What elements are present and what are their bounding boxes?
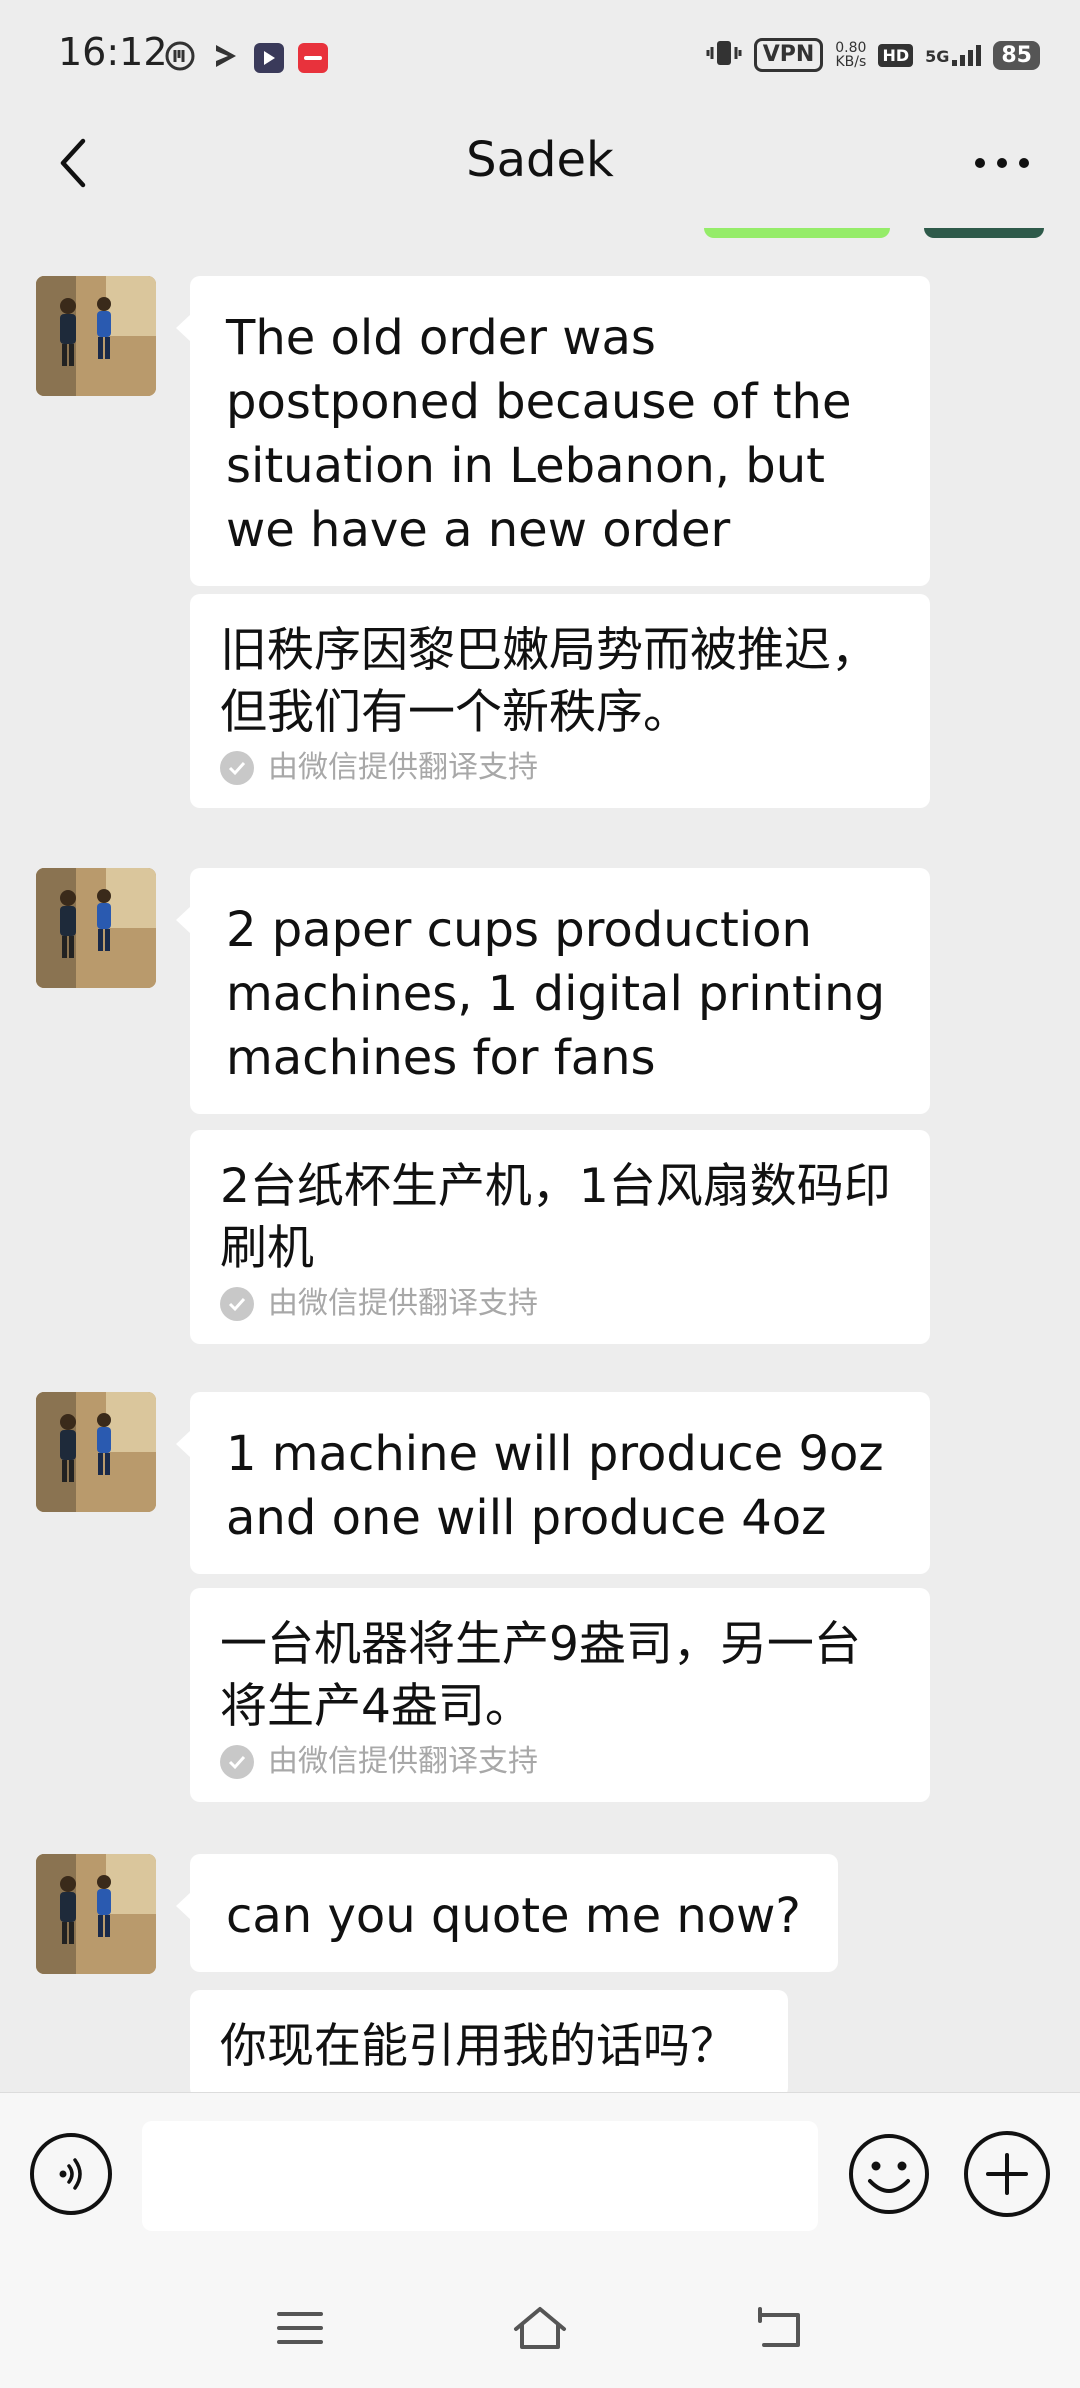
message-bubble[interactable]: 2 paper cups production machines, 1 digi… bbox=[176, 868, 930, 1114]
more-dots-icon bbox=[975, 158, 1029, 168]
voice-icon bbox=[59, 2158, 82, 2190]
message-bubble[interactable]: The old order was postponed because of t… bbox=[176, 276, 930, 586]
message-text: 1 machine will produce 9oz and one will … bbox=[226, 1426, 884, 1546]
red-app-icon bbox=[298, 43, 328, 73]
emoji-button[interactable] bbox=[846, 2131, 932, 2217]
translation-note: 由微信提供翻译支持 bbox=[220, 1284, 900, 1324]
translation-text: 一台机器将生产9盎司，另一台将生产4盎司。 bbox=[220, 1617, 861, 1734]
message-bubble[interactable]: can you quote me now? bbox=[176, 1854, 838, 1972]
nav-home-button[interactable] bbox=[500, 2298, 580, 2358]
vpn-badge: VPN bbox=[753, 38, 824, 72]
chat-header: Sadek bbox=[0, 110, 1080, 216]
video-app-icon bbox=[254, 43, 284, 73]
check-icon bbox=[220, 1745, 254, 1779]
page-title[interactable]: Sadek bbox=[0, 132, 1080, 188]
hd-badge: HD bbox=[878, 43, 914, 67]
speed-unit: KB/s bbox=[835, 54, 867, 70]
vibrate-icon bbox=[706, 38, 742, 72]
message-text: can you quote me now? bbox=[226, 1888, 801, 1944]
play-icon bbox=[210, 41, 240, 75]
signal-bars-icon bbox=[952, 44, 982, 66]
plus-button[interactable] bbox=[964, 2131, 1050, 2217]
avatar[interactable] bbox=[36, 276, 156, 396]
input-bar bbox=[0, 2092, 1080, 2269]
check-icon bbox=[220, 751, 254, 785]
translation-bubble[interactable]: 旧秩序因黎巴嫩局势而被推迟，但我们有一个新秩序。 由微信提供翻译支持 bbox=[190, 594, 930, 808]
menu-icon bbox=[277, 2312, 323, 2344]
translation-text: 2台纸杯生产机，1台风扇数码印刷机 bbox=[220, 1159, 891, 1276]
back-arrow-icon bbox=[758, 2307, 800, 2347]
translation-bubble[interactable]: 2台纸杯生产机，1台风扇数码印刷机 由微信提供翻译支持 bbox=[190, 1130, 930, 1344]
message-text: The old order was postponed because of t… bbox=[226, 310, 852, 558]
translation-bubble[interactable]: 一台机器将生产9盎司，另一台将生产4盎司。 由微信提供翻译支持 bbox=[190, 1588, 930, 1802]
message-text: 2 paper cups production machines, 1 digi… bbox=[226, 902, 886, 1086]
status-right: VPN 0.80 KB/s HD 5G 85 bbox=[706, 38, 1040, 72]
translation-text: 你现在能引用我的话吗？ bbox=[220, 2019, 737, 2074]
chat-area[interactable]: The old order was postponed because of t… bbox=[0, 216, 1080, 2092]
translation-note-text: 由微信提供翻译支持 bbox=[268, 1744, 538, 1779]
nav-menu-button[interactable] bbox=[260, 2298, 340, 2358]
data-saver-icon bbox=[164, 40, 196, 76]
sent-bubble-edge bbox=[704, 228, 890, 238]
network-type: 5G bbox=[925, 47, 950, 66]
translation-note-text: 由微信提供翻译支持 bbox=[268, 1286, 538, 1321]
plus-icon bbox=[986, 2153, 1028, 2195]
system-nav-bar bbox=[0, 2268, 1080, 2388]
signal-indicator: 5G bbox=[925, 44, 982, 66]
home-icon bbox=[514, 2307, 566, 2349]
network-speed: 0.80 KB/s bbox=[835, 41, 866, 69]
translation-note: 由微信提供翻译支持 bbox=[220, 1742, 900, 1782]
message-bubble[interactable]: 1 machine will produce 9oz and one will … bbox=[176, 1392, 930, 1574]
voice-button[interactable] bbox=[30, 2133, 112, 2215]
avatar[interactable] bbox=[36, 1392, 156, 1512]
translation-bubble[interactable]: 你现在能引用我的话吗？ bbox=[190, 1990, 788, 2092]
status-time: 16:12 bbox=[58, 30, 168, 74]
translation-text: 旧秩序因黎巴嫩局势而被推迟，但我们有一个新秩序。 bbox=[220, 623, 878, 740]
avatar[interactable] bbox=[36, 868, 156, 988]
emoji-icon bbox=[849, 2134, 929, 2214]
message-input[interactable] bbox=[142, 2121, 818, 2231]
notification-icons bbox=[164, 40, 328, 76]
avatar[interactable] bbox=[36, 1854, 156, 1974]
nav-back-button[interactable] bbox=[740, 2298, 820, 2358]
translation-note-text: 由微信提供翻译支持 bbox=[268, 750, 538, 785]
sent-image-edge bbox=[924, 228, 1044, 238]
more-button[interactable] bbox=[962, 128, 1042, 198]
battery-indicator: 85 bbox=[993, 40, 1040, 70]
status-bar: 16:12 VPN 0.80 KB/s HD 5G 85 bbox=[0, 0, 1080, 110]
translation-note: 由微信提供翻译支持 bbox=[220, 748, 900, 788]
check-icon bbox=[220, 1287, 254, 1321]
